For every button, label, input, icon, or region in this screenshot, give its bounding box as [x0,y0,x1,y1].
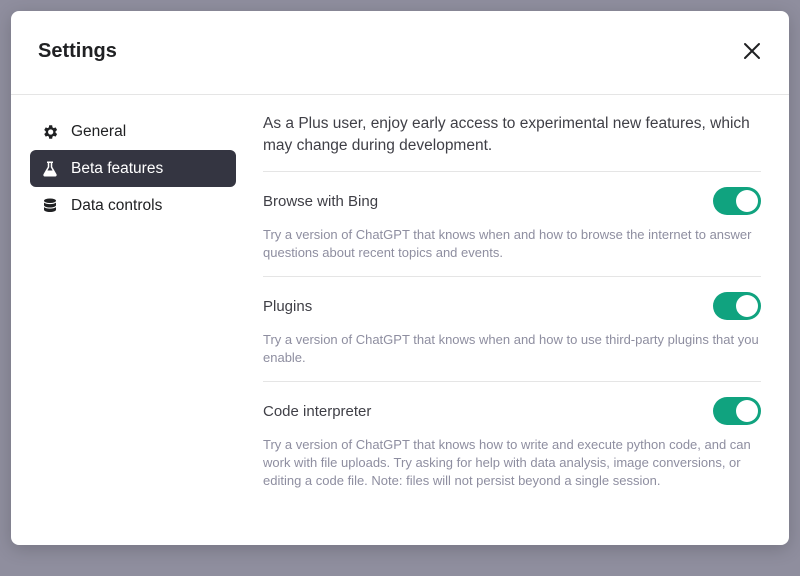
beta-features-panel: As a Plus user, enjoy early access to ex… [263,113,761,518]
close-icon [744,43,760,59]
feature-title: Browse with Bing [263,192,379,210]
feature-header: Code interpreter [263,396,761,426]
sidebar-item-beta-features[interactable]: Beta features [30,150,236,187]
sidebar-item-data-controls[interactable]: Data controls [30,187,236,224]
intro-text: As a Plus user, enjoy early access to ex… [263,113,761,172]
close-button[interactable] [741,40,763,62]
feature-header: Browse with Bing [263,186,761,216]
feature-browse-with-bing: Browse with Bing Try a version of ChatGP… [263,186,761,277]
gear-icon [40,122,60,142]
sidebar-item-label: Beta features [71,159,164,177]
plugins-toggle[interactable] [713,292,761,320]
feature-title: Plugins [263,297,313,315]
settings-dialog: Settings General Beta features Data cont… [11,11,789,545]
feature-header: Plugins [263,291,761,321]
sidebar-item-label: General [71,122,127,140]
toggle-knob [736,190,758,212]
settings-sidebar: General Beta features Data controls [30,113,236,224]
toggle-knob [736,400,758,422]
toggle-knob [736,295,758,317]
feature-plugins: Plugins Try a version of ChatGPT that kn… [263,291,761,382]
feature-code-interpreter: Code interpreter Try a version of ChatGP… [263,396,761,504]
dialog-title: Settings [38,40,117,62]
dialog-header: Settings [11,11,789,95]
feature-description: Try a version of ChatGPT that knows when… [263,227,752,260]
browse-with-bing-toggle[interactable] [713,187,761,215]
sidebar-item-label: Data controls [71,196,163,214]
sidebar-item-general[interactable]: General [30,113,236,150]
database-icon [40,196,60,216]
feature-description: Try a version of ChatGPT that knows how … [263,437,751,488]
feature-description: Try a version of ChatGPT that knows when… [263,332,759,365]
flask-icon [40,159,60,179]
code-interpreter-toggle[interactable] [713,397,761,425]
feature-title: Code interpreter [263,402,372,420]
